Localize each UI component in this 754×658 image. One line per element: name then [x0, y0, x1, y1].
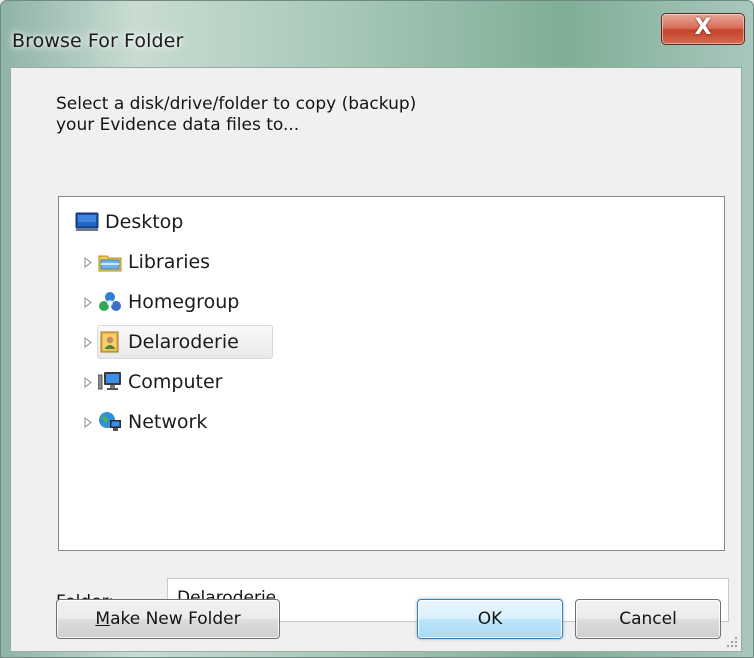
instruction-text: Select a disk/drive/folder to copy (back…: [56, 94, 416, 136]
cancel-button[interactable]: Cancel: [575, 599, 721, 639]
close-button[interactable]: X: [661, 13, 745, 45]
computer-icon: [98, 370, 122, 394]
expand-arrow-icon[interactable]: [81, 255, 94, 269]
browse-for-folder-dialog: Browse For Folder X Select a disk/drive/…: [0, 0, 754, 658]
tree-item-computer[interactable]: Computer: [81, 365, 222, 399]
tree-item-network[interactable]: Network: [81, 405, 207, 439]
tree-item-libraries[interactable]: Libraries: [81, 245, 210, 279]
dialog-client-area: Select a disk/drive/folder to copy (back…: [10, 67, 742, 652]
libraries-icon: [98, 250, 122, 274]
desktop-icon: [75, 210, 99, 234]
instruction-line-1: Select a disk/drive/folder to copy (back…: [56, 94, 417, 114]
make-new-folder-button[interactable]: Make New Folder: [56, 599, 280, 639]
tree-item-label: Network: [128, 411, 208, 433]
user-folder-icon: [98, 330, 122, 354]
ok-button[interactable]: OK: [417, 599, 563, 639]
tree-item-delaroderie[interactable]: Delaroderie: [81, 325, 273, 359]
title-bar[interactable]: Browse For Folder X: [1, 1, 753, 52]
tree-item-label: Desktop: [105, 211, 184, 233]
network-icon: [98, 410, 122, 434]
tree-item-label: Delaroderie: [128, 331, 239, 353]
tree-item-label: Homegroup: [128, 291, 240, 313]
window-title: Browse For Folder: [12, 30, 184, 52]
expand-arrow-icon[interactable]: [81, 415, 94, 429]
folder-tree[interactable]: Desktop Libraries Homegroup Delaroderie …: [58, 196, 725, 551]
homegroup-icon: [98, 290, 122, 314]
tree-item-label: Computer: [128, 371, 223, 393]
make-new-folder-accelerator: M: [95, 609, 111, 629]
close-icon: X: [694, 15, 712, 40]
expand-arrow-icon[interactable]: [81, 335, 94, 349]
make-new-folder-label: ake New Folder: [110, 609, 241, 629]
instruction-line-2: your Evidence data files to...: [56, 115, 300, 135]
resize-grip-icon[interactable]: [726, 636, 738, 648]
expand-arrow-icon[interactable]: [81, 295, 94, 309]
tree-item-label: Libraries: [128, 251, 211, 273]
expand-arrow-icon[interactable]: [81, 375, 94, 389]
tree-item-desktop[interactable]: Desktop: [75, 205, 183, 239]
tree-item-homegroup[interactable]: Homegroup: [81, 285, 239, 319]
